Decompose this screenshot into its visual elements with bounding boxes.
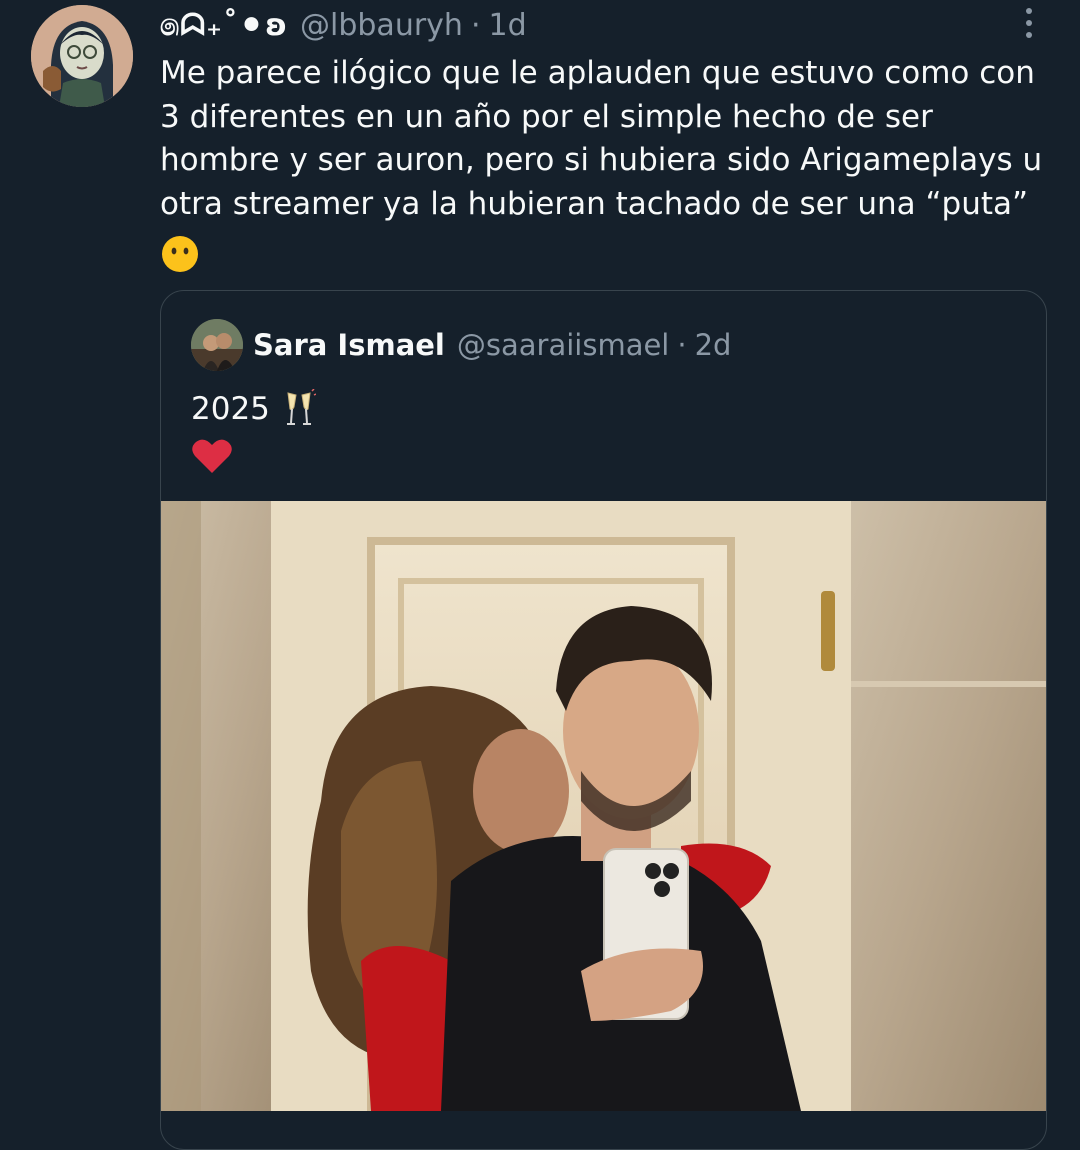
quoted-tweet[interactable]: Sara Ismael @saaraiismael · 2d 2025 (160, 290, 1047, 1150)
more-dot-icon (1026, 8, 1032, 14)
quoted-tweet-text-content: 2025 (191, 391, 270, 427)
more-dot-icon (1026, 20, 1032, 26)
quoted-tweet-timestamp[interactable]: 2d (695, 328, 732, 362)
tweet-header: ෧ᗣ₊˚⚫ʚ @lbbauryh · 1d (160, 4, 527, 46)
photo-image (161, 501, 1046, 1111)
more-dot-icon (1026, 32, 1032, 38)
more-options-button[interactable] (1020, 8, 1038, 44)
author-handle[interactable]: @lbbauryh (300, 8, 463, 43)
quoted-tweet-header: Sara Ismael @saaraiismael · 2d (253, 321, 731, 369)
tweet[interactable]: ෧ᗣ₊˚⚫ʚ @lbbauryh · 1d Me parece ilógico … (0, 0, 1080, 1150)
grimacing-face-without-mouth-icon (162, 236, 198, 272)
quoted-author-handle[interactable]: @saaraiismael (457, 328, 670, 362)
quoted-tweet-text: 2025 (191, 387, 316, 431)
separator-dot: · (470, 7, 481, 43)
quoted-tweet-photo[interactable] (161, 501, 1046, 1111)
author-avatar[interactable] (31, 5, 133, 107)
separator-dot: · (677, 328, 687, 362)
author-display-name[interactable]: ෧ᗣ₊˚⚫ʚ (160, 8, 288, 43)
red-heart-icon (192, 439, 232, 473)
champagne-glasses-icon (286, 389, 316, 425)
tweet-timestamp[interactable]: 1d (488, 8, 526, 43)
quoted-author-avatar[interactable] (191, 319, 243, 371)
tweet-text: Me parece ilógico que le aplauden que es… (160, 55, 1043, 222)
quoted-author-display-name[interactable]: Sara Ismael (253, 328, 445, 362)
